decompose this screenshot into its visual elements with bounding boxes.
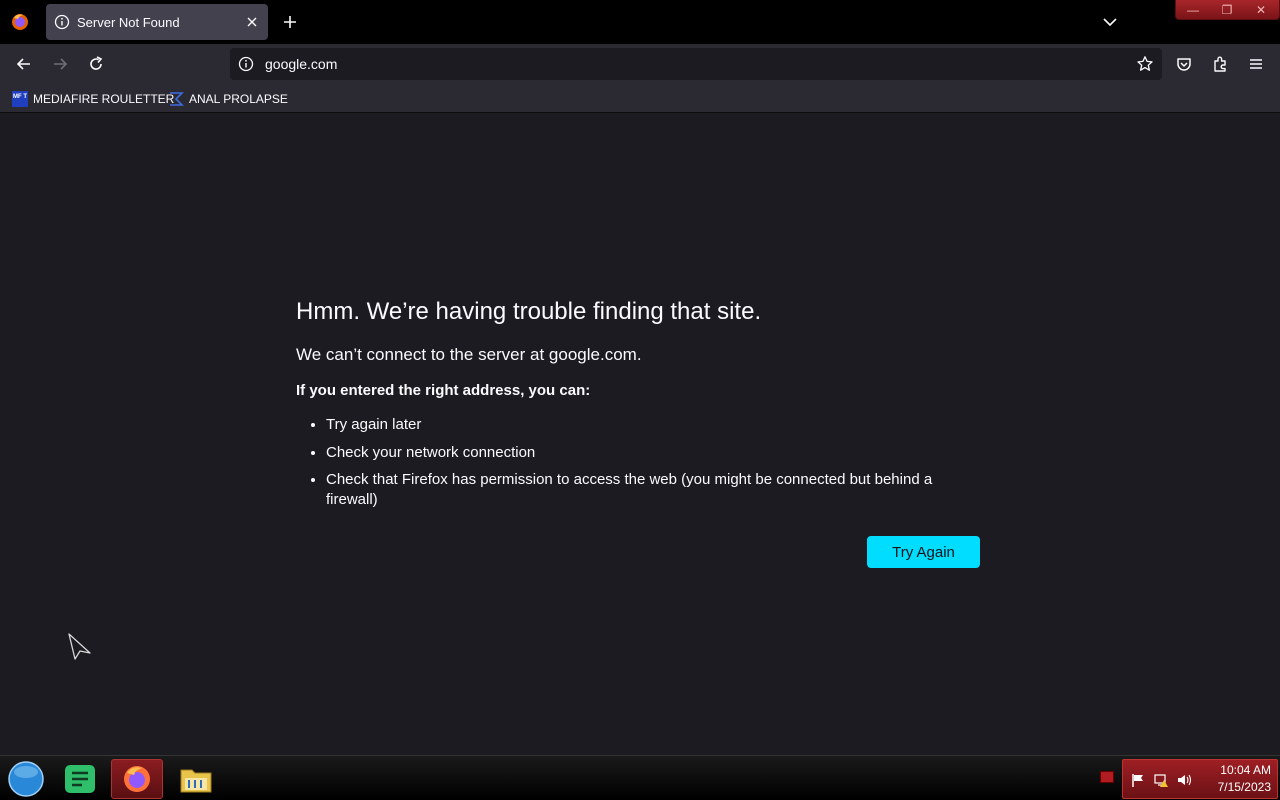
firefox-icon[interactable] [8, 10, 32, 34]
taskbar: 10:04 AM 7/15/2023 [0, 755, 1280, 800]
notes-app-icon [65, 765, 95, 793]
svg-text:MF T: MF T [13, 94, 27, 100]
error-title: Hmm. We’re having trouble finding that s… [296, 298, 762, 325]
site-info-icon[interactable] [238, 56, 254, 72]
clock-date: 7/15/2023 [1217, 780, 1271, 794]
start-button[interactable] [0, 759, 52, 799]
minimize-button[interactable]: — [1176, 0, 1210, 19]
suggestion-list: Try again later Check your network conne… [296, 415, 986, 510]
tab-server-not-found[interactable]: Server Not Found [46, 4, 268, 40]
bookmark-mediafire[interactable]: MF T MEDIAFIRE ROULETTER [12, 90, 174, 108]
close-tab-icon[interactable] [244, 14, 260, 30]
clock-time: 10:04 AM [1220, 763, 1271, 777]
url-input[interactable]: google.com [265, 56, 337, 72]
network-warning-icon[interactable] [1153, 772, 1169, 788]
list-item: Try again later [326, 415, 986, 435]
url-bar[interactable]: google.com [230, 48, 1162, 80]
bookmark-star-icon[interactable] [1136, 55, 1154, 73]
bookmark-sigma[interactable]: ANAL PROLAPSE [168, 90, 288, 108]
nav-bar: google.com [0, 44, 1280, 84]
list-item: Check your network connection [326, 443, 986, 463]
sigma-icon [170, 92, 184, 106]
error-hint: If you entered the right address, you ca… [296, 382, 591, 399]
tab-title: Server Not Found [77, 15, 180, 30]
folder-icon [180, 769, 212, 793]
volume-icon[interactable] [1176, 772, 1192, 788]
error-description: We can’t connect to the server at google… [296, 345, 642, 364]
title-bar: Server Not Found — ❐ ✕ [0, 0, 1280, 44]
new-tab-icon[interactable] [280, 12, 300, 32]
system-tray: 10:04 AM 7/15/2023 [1122, 759, 1278, 799]
taskbar-firefox[interactable] [111, 759, 163, 799]
page-content: Hmm. We’re having trouble finding that s… [0, 113, 1280, 755]
list-item: Check that Firefox has permission to acc… [326, 470, 986, 510]
mediafire-icon: MF T [12, 91, 28, 107]
window-controls: — ❐ ✕ [1175, 0, 1280, 20]
forward-icon[interactable] [50, 54, 70, 74]
mouse-cursor-icon [68, 633, 91, 660]
taskbar-file-explorer[interactable] [170, 759, 222, 799]
info-icon [54, 14, 70, 30]
maximize-button[interactable]: ❐ [1210, 0, 1244, 19]
start-orb-icon [8, 761, 44, 797]
clock[interactable]: 10:04 AM 7/15/2023 [1218, 762, 1271, 796]
taskbar-notes-app[interactable] [54, 759, 106, 799]
bookmarks-toolbar: MF T MEDIAFIRE ROULETTER ANAL PROLAPSE [0, 84, 1280, 113]
try-again-button[interactable]: Try Again [867, 536, 980, 568]
close-window-button[interactable]: ✕ [1244, 0, 1278, 19]
action-center-flag-icon[interactable] [1130, 772, 1146, 788]
pocket-icon[interactable] [1174, 54, 1194, 74]
bookmark-label: ANAL PROLAPSE [189, 92, 288, 106]
extensions-icon[interactable] [1210, 54, 1230, 74]
bookmark-label: MEDIAFIRE ROULETTER [33, 92, 175, 106]
back-icon[interactable] [14, 54, 34, 74]
chevron-down-icon[interactable] [1100, 12, 1120, 32]
error-container: Hmm. We’re having trouble finding that s… [296, 296, 986, 518]
menu-icon[interactable] [1246, 54, 1266, 74]
reload-icon[interactable] [86, 54, 106, 74]
show-desktop-button[interactable] [1100, 771, 1114, 783]
firefox-icon [124, 766, 150, 792]
